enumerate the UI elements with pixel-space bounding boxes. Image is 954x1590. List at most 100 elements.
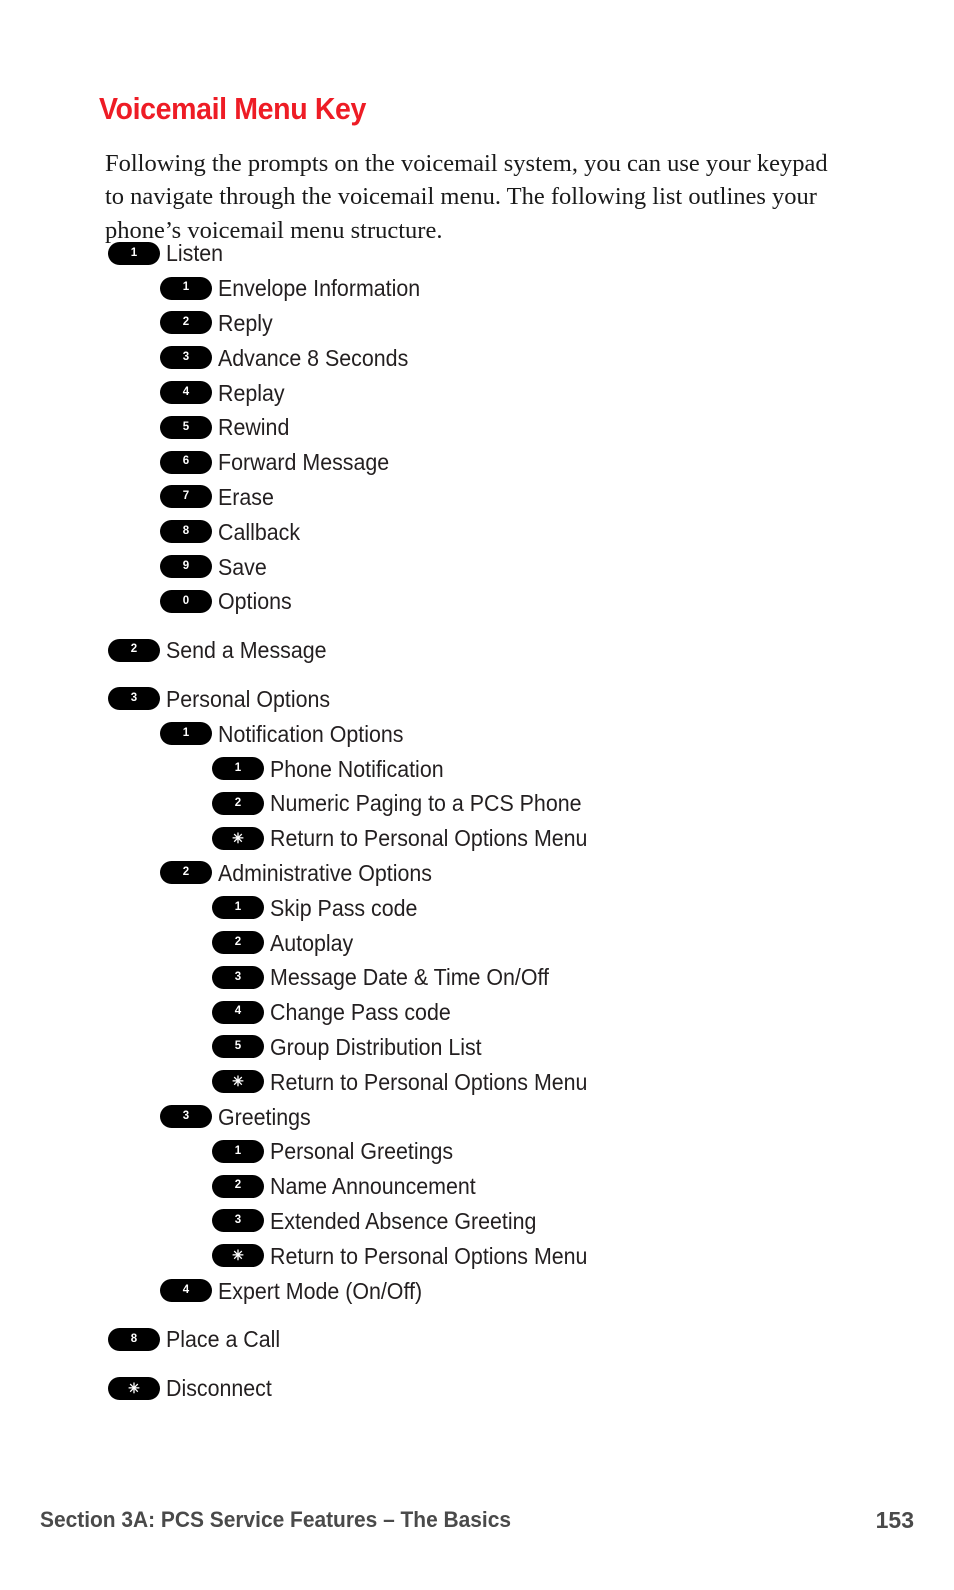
number-key-icon: 1 (160, 276, 212, 300)
page-title: Voicemail Menu Key (99, 90, 367, 126)
menu-row-label: Personal Greetings (270, 1138, 454, 1165)
menu-row-label: Advance 8 Seconds (218, 344, 409, 371)
number-key-icon: 2 (108, 638, 160, 662)
number-key-icon: 7 (160, 485, 212, 509)
menu-row: 1 Phone Notification (0, 751, 954, 786)
menu-row-label: Expert Mode (On/Off) (218, 1277, 423, 1304)
menu-row-label: Numeric Paging to a PCS Phone (270, 790, 582, 817)
star-key-icon: ✳ (108, 1376, 160, 1400)
menu-row-label: Return to Personal Options Menu (270, 1242, 588, 1269)
number-key-icon: 4 (160, 1279, 212, 1302)
menu-row-label: Name Announcement (270, 1173, 476, 1200)
number-key-icon: 8 (160, 520, 212, 544)
number-key-icon: 2 (212, 791, 264, 815)
menu-row: ✳ Return to Personal Options Menu (0, 1238, 954, 1273)
menu-row-label: Options (218, 588, 292, 615)
menu-row: 2 Name Announcement (0, 1169, 954, 1204)
number-key-icon: 1 (212, 1139, 264, 1163)
menu-row-label: Listen (166, 240, 224, 267)
menu-row-label: Change Pass code (270, 999, 451, 1026)
menu-row-label: Autoplay (270, 929, 354, 956)
footer-section-label: Section 3A: PCS Service Features – The B… (40, 1507, 512, 1532)
number-key-icon: 2 (212, 1174, 264, 1198)
menu-row-label: Disconnect (166, 1375, 272, 1402)
menu-row-label: Erase (218, 483, 274, 510)
number-key-icon: 0 (160, 589, 212, 613)
menu-row: 1 Listen (0, 236, 954, 271)
star-key-icon: ✳ (212, 1070, 264, 1094)
menu-row: ✳ Return to Personal Options Menu (0, 821, 954, 856)
menu-row: 7 Erase (0, 480, 954, 515)
menu-row: 3 Greetings (0, 1099, 954, 1134)
number-key-icon: 3 (160, 1105, 212, 1129)
number-key-icon: 3 (212, 965, 264, 989)
number-key-icon: 1 (212, 757, 264, 781)
footer-page-number: 153 (875, 1507, 914, 1533)
menu-row: 1 Envelope Information (0, 271, 954, 306)
menu-row: 3 Extended Absence Greeting (0, 1204, 954, 1239)
menu-row: 2 Numeric Paging to a PCS Phone (0, 786, 954, 821)
menu-row-label: Notification Options (218, 720, 404, 747)
menu-row-label: Save (218, 553, 267, 580)
menu-row: 3 Message Date & Time On/Off (0, 960, 954, 995)
menu-row: 6 Forward Message (0, 445, 954, 480)
number-key-icon: 3 (212, 1209, 264, 1233)
menu-row: 2 Administrative Options (0, 856, 954, 891)
menu-row: 2 Autoplay (0, 925, 954, 960)
star-key-icon: ✳ (212, 1244, 264, 1268)
menu-row-label: Personal Options (166, 685, 331, 712)
menu-row-label: Forward Message (218, 449, 390, 476)
menu-row-label: Group Distribution List (270, 1033, 482, 1060)
menu-row-label: Rewind (218, 414, 290, 441)
star-key-icon: ✳ (212, 826, 264, 850)
menu-row-label: Extended Absence Greeting (270, 1207, 537, 1234)
menu-row: 9 Save (0, 549, 954, 584)
number-key-icon: 4 (160, 381, 212, 405)
number-key-icon: 5 (212, 1035, 264, 1059)
menu-row: 4 Replay (0, 375, 954, 410)
menu-row: 3 Personal Options (0, 682, 954, 717)
menu-row-label: Replay (218, 379, 285, 406)
menu-row-label: Phone Notification (270, 755, 444, 782)
menu-row: 4 Change Pass code (0, 995, 954, 1030)
voicemail-menu-outline: 1 Listen 1 Envelope Information 2 Reply 3 Advan… (0, 236, 954, 1406)
menu-row-label: Return to Personal Options Menu (270, 1068, 588, 1095)
number-key-icon: 2 (160, 861, 212, 885)
menu-row: 1 Skip Pass code (0, 890, 954, 925)
menu-row: ✳ Return to Personal Options Menu (0, 1064, 954, 1099)
menu-row: 4 Expert Mode (On/Off) (0, 1273, 954, 1308)
number-key-icon: 2 (212, 931, 264, 955)
number-key-icon: 1 (212, 896, 264, 920)
menu-row-label: Reply (218, 309, 273, 336)
menu-row-label: Administrative Options (218, 859, 432, 886)
menu-row: ✳ Disconnect (0, 1371, 954, 1406)
document-page: Voicemail Menu Key Following the prompts… (0, 0, 954, 1590)
number-key-icon: 8 (108, 1327, 160, 1351)
menu-row: 2 Reply (0, 306, 954, 341)
menu-row: 8 Place a Call (0, 1322, 954, 1357)
number-key-icon: 6 (160, 450, 212, 474)
intro-paragraph: Following the prompts on the voicemail s… (105, 149, 828, 244)
menu-row-label: Callback (218, 518, 301, 545)
menu-row-label: Place a Call (166, 1326, 281, 1353)
menu-row: 3 Advance 8 Seconds (0, 340, 954, 375)
number-key-icon: 9 (160, 555, 212, 579)
menu-row-label: Message Date & Time On/Off (270, 964, 549, 991)
menu-row-label: Send a Message (166, 637, 327, 664)
menu-row: 0 Options (0, 584, 954, 619)
menu-row: 5 Group Distribution List (0, 1030, 954, 1065)
menu-row-label: Greetings (218, 1103, 311, 1130)
menu-row-label: Envelope Information (218, 275, 421, 302)
number-key-icon: 1 (160, 722, 212, 746)
number-key-icon: 4 (212, 1000, 264, 1024)
number-key-icon: 1 (108, 241, 160, 265)
menu-row: 1 Personal Greetings (0, 1134, 954, 1169)
menu-row: 5 Rewind (0, 410, 954, 445)
menu-row: 1 Notification Options (0, 716, 954, 751)
number-key-icon: 3 (108, 687, 160, 711)
menu-row: 2 Send a Message (0, 633, 954, 668)
menu-row: 8 Callback (0, 514, 954, 549)
menu-row-label: Skip Pass code (270, 894, 418, 921)
menu-row-label: Return to Personal Options Menu (270, 825, 588, 852)
number-key-icon: 5 (160, 415, 212, 439)
